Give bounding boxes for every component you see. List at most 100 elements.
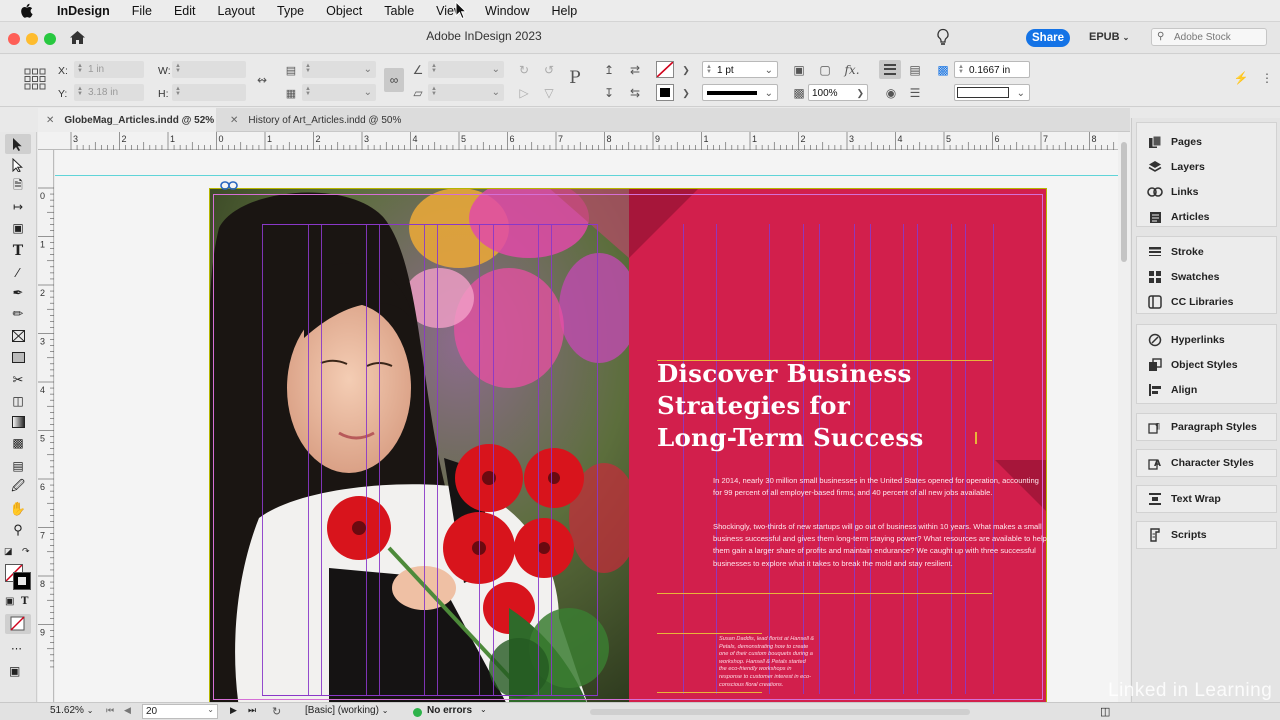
menu-edit[interactable]: Edit [163, 4, 207, 18]
frame-fitting-p-icon[interactable]: P [566, 68, 584, 88]
wrap-object-shape-icon[interactable]: ◉ [882, 84, 900, 102]
select-content-icon[interactable]: ↧ [600, 84, 618, 102]
ruler-guide-horizontal[interactable] [55, 175, 1118, 176]
close-tab-icon[interactable]: ✕ [230, 115, 238, 126]
pencil-tool-icon[interactable]: ✏ [9, 306, 27, 322]
panel-layers[interactable]: Layers [1147, 158, 1205, 176]
split-layout-icon[interactable]: ◫ [1100, 705, 1110, 718]
link-scale-icon[interactable]: ∞ [384, 68, 404, 92]
constrain-proportions-icon[interactable]: ↭ [253, 71, 271, 89]
pen-tool-icon[interactable]: ✒ [9, 285, 27, 301]
close-tab-icon[interactable]: ✕ [46, 115, 54, 126]
zoom-level-dropdown[interactable]: 51.62% ⌄ [50, 705, 93, 716]
vertical-scroll-thumb[interactable] [1121, 142, 1127, 262]
tab-globemag-articles[interactable]: ✕ GlobeMag_Articles.indd @ 52% [38, 108, 216, 132]
panel-articles[interactable]: Articles [1147, 208, 1210, 226]
adobe-stock-search-field[interactable]: ⚲ Adobe Stock [1151, 28, 1267, 46]
horizontal-scroll-thumb[interactable] [590, 709, 970, 715]
selection-tool-icon[interactable] [9, 136, 27, 152]
vertical-ruler[interactable]: 0 1 2 3 4 5 6 7 8 9 [38, 150, 54, 702]
formatting-container-icon[interactable]: ▣ [5, 596, 14, 607]
gap-tool-icon[interactable]: ↦ [9, 199, 27, 215]
stroke-swatch[interactable] [13, 572, 31, 590]
article-headline[interactable]: Discover Business Strategies for Long-Te… [657, 358, 957, 454]
scissors-tool-icon[interactable]: ✂ [9, 372, 27, 388]
eyedropper-tool-icon[interactable]: 🖉 [9, 478, 27, 496]
first-page-icon[interactable]: ⏮ [106, 705, 114, 716]
panel-stroke[interactable]: Stroke [1147, 243, 1204, 261]
style-status-dropdown[interactable]: [Basic] (working) ⌄ [305, 705, 388, 716]
auto-fit-icon[interactable]: ▩ [934, 61, 952, 79]
preflight-status[interactable]: No errors [427, 705, 472, 716]
gradient-swatch-tool-icon[interactable] [9, 414, 27, 430]
share-button[interactable]: Share [1026, 29, 1070, 47]
fit-frame-icon[interactable]: ▣ [790, 61, 808, 79]
article-paragraph-2[interactable]: Shockingly, two-thirds of new startups w… [713, 521, 1047, 570]
select-container-icon[interactable]: ↥ [600, 61, 618, 79]
panel-character-styles[interactable]: A Character Styles [1147, 454, 1254, 472]
panel-pages[interactable]: Pages [1147, 133, 1202, 151]
menu-object[interactable]: Object [315, 4, 373, 18]
linked-frame-icon[interactable] [220, 181, 238, 190]
direct-selection-tool-icon[interactable] [9, 157, 27, 173]
width-field[interactable]: ▲ ▼ [172, 61, 246, 78]
reference-point-icon[interactable] [24, 68, 46, 93]
control-panel-menu-icon[interactable]: ⋮ [1258, 69, 1276, 87]
panel-object-styles[interactable]: Object Styles [1147, 356, 1238, 374]
next-page-icon[interactable]: ▶ [230, 705, 237, 716]
default-fill-stroke-icon[interactable]: ◪ [4, 546, 13, 557]
menu-file[interactable]: File [121, 4, 163, 18]
swap-fill-stroke-icon[interactable]: ↷ [22, 546, 30, 557]
stroke-black-swatch[interactable] [656, 84, 674, 101]
previous-page-icon[interactable]: ◀ [124, 705, 131, 716]
vertical-scrollbar[interactable] [1118, 132, 1130, 702]
menu-table[interactable]: Table [373, 4, 425, 18]
panel-swatches[interactable]: Swatches [1147, 268, 1219, 286]
panel-scripts[interactable]: Scripts [1147, 526, 1207, 544]
text-wrap-none-icon[interactable] [879, 60, 901, 79]
menu-type[interactable]: Type [266, 4, 315, 18]
free-transform-tool-icon[interactable]: ◫ [9, 393, 27, 409]
menu-help[interactable]: Help [541, 4, 589, 18]
rotation-field[interactable]: ▲ ▼ ⌄ [428, 61, 504, 78]
scale-x-field[interactable]: ▲ ▼ ⌄ [302, 61, 376, 78]
panel-text-wrap[interactable]: Text Wrap [1147, 490, 1221, 508]
photo-frame-florist[interactable] [209, 188, 629, 702]
apple-icon[interactable] [18, 3, 34, 19]
rectangle-frame-tool-icon[interactable] [9, 328, 27, 344]
menu-app-indesign[interactable]: InDesign [46, 4, 121, 18]
menu-layout[interactable]: Layout [207, 4, 267, 18]
scale-y-field[interactable]: ▲ ▼ ⌄ [302, 84, 376, 101]
opacity-field[interactable]: 100% ❯ [808, 84, 868, 101]
menu-window[interactable]: Window [474, 4, 540, 18]
panel-hyperlinks[interactable]: Hyperlinks [1147, 331, 1225, 349]
content-collector-icon[interactable]: ▣ [9, 220, 27, 236]
type-tool-icon[interactable]: T [9, 243, 27, 259]
document-canvas[interactable]: Discover Business Strategies for Long-Te… [55, 150, 1118, 702]
article-paragraph-1[interactable]: In 2014, nearly 30 million small busines… [713, 475, 1047, 499]
shear-field[interactable]: ▲ ▼ ⌄ [428, 84, 504, 101]
quick-actions-lightning-icon[interactable]: ⚡ [1232, 69, 1250, 87]
page-number-field[interactable]: 20 ⌄ [142, 704, 218, 719]
preview-mode-icon[interactable]: ▣ [9, 664, 20, 678]
wrap-bounding-box-icon[interactable]: ▤ [906, 61, 924, 79]
horizontal-ruler[interactable]: 3 2 1 0 1 2 3 4 5 6 7 8 9 1 1 2 3 4 5 6 7 8 [38, 132, 1118, 150]
flip-horizontal-icon[interactable]: ▷ [515, 84, 533, 102]
effects-fx-icon[interactable]: fx. [843, 61, 861, 79]
lightbulb-icon[interactable] [936, 28, 950, 50]
page-spread[interactable]: Discover Business Strategies for Long-Te… [209, 181, 1047, 702]
last-page-icon[interactable]: ⏭ [248, 705, 256, 716]
rotate-ccw-icon[interactable]: ↺ [540, 61, 558, 79]
rectangle-tool-icon[interactable] [9, 349, 27, 365]
zoom-tool-icon[interactable]: ⚲ [9, 522, 27, 538]
panel-cc-libraries[interactable]: CC Libraries [1147, 293, 1233, 311]
formatting-text-icon[interactable]: T [21, 596, 28, 607]
tab-history-of-art[interactable]: ✕ History of Art_Articles.indd @ 50% [222, 108, 412, 132]
flip-vertical-icon[interactable]: ▽ [540, 84, 558, 102]
panel-align[interactable]: Align [1147, 381, 1197, 399]
fill-none-swatch[interactable] [656, 61, 674, 78]
panel-paragraph-styles[interactable]: ¶ Paragraph Styles [1147, 418, 1257, 436]
line-tool-icon[interactable]: ∕ [9, 264, 27, 280]
epub-workspace-button[interactable]: EPUB ⌄ [1089, 31, 1129, 43]
hand-tool-icon[interactable]: ✋ [9, 501, 27, 517]
